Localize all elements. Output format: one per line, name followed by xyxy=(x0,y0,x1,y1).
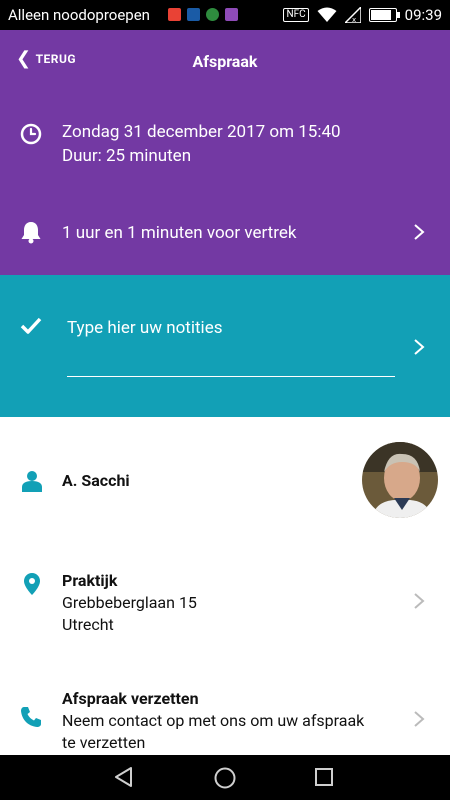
reschedule-info: Afspraak verzetten Neem contact op met o… xyxy=(62,688,364,754)
person-icon xyxy=(22,471,42,492)
avatar xyxy=(362,442,438,518)
address-line-1: Grebbeberglaan 15 xyxy=(62,593,197,612)
reschedule-text-2: te verzetten xyxy=(62,733,146,752)
phone-icon xyxy=(21,707,41,727)
appointment-duration: Duur: 25 minuten xyxy=(62,146,192,166)
page-title: Afspraak xyxy=(192,52,258,71)
svg-text:x: x xyxy=(352,16,356,23)
reminder-text: 1 uur en 1 minuten voor vertrek xyxy=(62,223,297,243)
check-icon xyxy=(20,317,42,334)
app-notification-icon xyxy=(225,8,238,21)
notes-section xyxy=(0,275,450,417)
appointment-header: ❮ TERUG Afspraak Zondag 31 december 2017… xyxy=(0,30,450,275)
clock-time: 09:39 xyxy=(404,6,442,24)
bell-icon xyxy=(21,222,41,244)
chevron-right-icon xyxy=(414,224,425,240)
recents-nav-icon[interactable] xyxy=(314,767,334,787)
chevron-right-icon[interactable] xyxy=(413,338,425,356)
carrier-text: Alleen noodoproepen xyxy=(8,6,150,24)
chevron-right-icon xyxy=(414,593,425,609)
status-bar: Alleen noodoproepen NFC x 09:39 xyxy=(0,0,450,30)
nfc-icon: NFC xyxy=(283,8,309,22)
app-notification-icon xyxy=(168,8,181,21)
reschedule-title: Afspraak verzetten xyxy=(62,689,199,708)
location-info: Praktijk Grebbeberglaan 15 Utrecht xyxy=(62,570,197,636)
location-title: Praktijk xyxy=(62,571,118,590)
hangouts-icon xyxy=(206,8,219,21)
appointment-info: Zondag 31 december 2017 om 15:40 Duur: 2… xyxy=(62,120,341,168)
wifi-icon xyxy=(317,7,337,22)
contact-name: A. Sacchi xyxy=(62,471,130,490)
battery-icon xyxy=(368,8,400,22)
appointment-datetime: Zondag 31 december 2017 om 15:40 xyxy=(62,122,341,142)
address-line-2: Utrecht xyxy=(62,615,114,634)
location-pin-icon xyxy=(24,573,40,595)
app-notification-icon xyxy=(187,8,200,21)
back-nav-icon[interactable] xyxy=(113,766,135,788)
notification-icons xyxy=(168,8,238,21)
home-nav-icon[interactable] xyxy=(213,766,237,790)
reschedule-text-1: Neem contact op met ons om uw afspraak xyxy=(62,711,365,730)
navigation-bar xyxy=(0,755,450,800)
chevron-right-icon xyxy=(414,711,425,727)
notes-input[interactable] xyxy=(67,317,395,377)
clock-icon xyxy=(20,123,42,145)
signal-icon: x xyxy=(344,7,361,23)
